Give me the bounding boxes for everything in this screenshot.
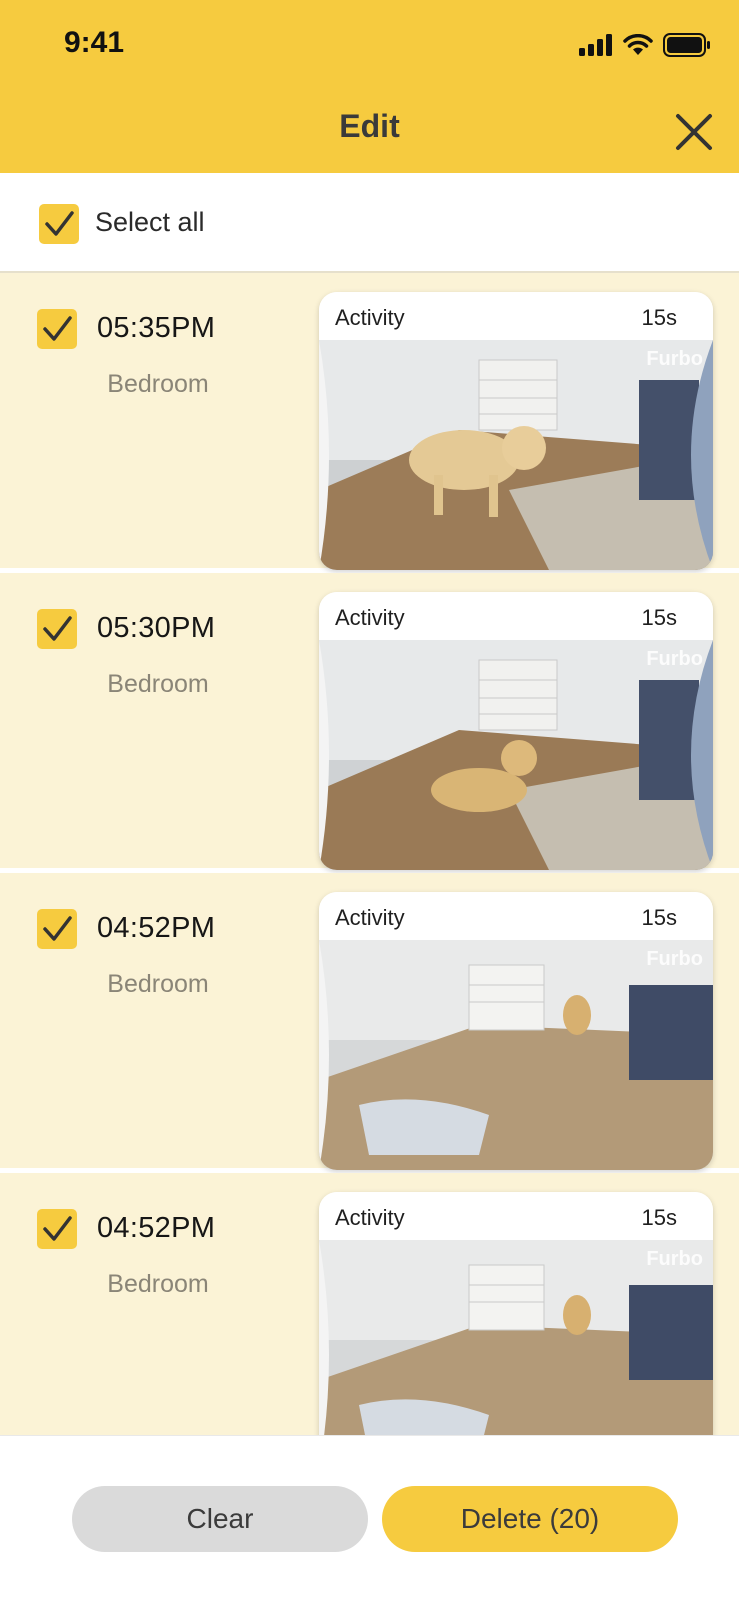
- card-duration: 15s: [641, 305, 677, 330]
- status-icons: [579, 32, 711, 58]
- list-item[interactable]: 04:52PM Bedroom Activity 15s Furbo: [0, 1173, 739, 1435]
- video-card[interactable]: Activity 15s Furbo: [319, 892, 713, 1170]
- item-time: 04:52PM: [97, 912, 216, 944]
- select-all-row[interactable]: Select all: [0, 173, 739, 273]
- card-header: Activity 15s: [319, 892, 713, 940]
- checkmark-icon: [43, 1216, 72, 1241]
- checkmark-icon: [43, 316, 72, 341]
- clear-button[interactable]: Clear: [72, 1486, 368, 1552]
- delete-button[interactable]: Delete (20): [382, 1486, 678, 1552]
- checkmark-icon: [45, 211, 74, 236]
- video-thumbnail[interactable]: [319, 640, 713, 870]
- brand-watermark: Furbo: [646, 948, 703, 970]
- status-time: 9:41: [64, 26, 125, 59]
- item-location: Bedroom: [107, 670, 209, 698]
- item-checkbox[interactable]: [37, 1209, 77, 1249]
- card-header: Activity 15s: [319, 592, 713, 640]
- card-label: Activity: [335, 1205, 405, 1230]
- list-item[interactable]: 05:35PM Bedroom Activity 15s Furbo: [0, 273, 739, 573]
- page-title: Edit: [339, 108, 400, 144]
- video-thumbnail[interactable]: [319, 940, 713, 1170]
- card-header: Activity 15s: [319, 292, 713, 340]
- brand-watermark: Furbo: [646, 348, 703, 370]
- battery-icon: [663, 33, 710, 57]
- signal-icon: [579, 34, 612, 56]
- video-thumbnail[interactable]: [319, 340, 713, 570]
- item-time: 05:30PM: [97, 612, 216, 644]
- list-item[interactable]: 05:30PM Bedroom Activity 15s Furbo: [0, 573, 739, 873]
- activity-list[interactable]: 05:35PM Bedroom Activity 15s Furbo 05:30…: [0, 273, 739, 1435]
- item-time: 04:52PM: [97, 1212, 216, 1244]
- item-time: 05:35PM: [97, 312, 216, 344]
- card-header: Activity 15s: [319, 1192, 713, 1240]
- item-location: Bedroom: [107, 370, 209, 398]
- list-item[interactable]: 04:52PM Bedroom Activity 15s Furbo: [0, 873, 739, 1173]
- card-duration: 15s: [641, 605, 677, 630]
- card-duration: 15s: [641, 905, 677, 930]
- item-checkbox[interactable]: [37, 309, 77, 349]
- close-icon[interactable]: [674, 112, 714, 152]
- item-location: Bedroom: [107, 1270, 209, 1298]
- checkmark-icon: [43, 616, 72, 641]
- video-card[interactable]: Activity 15s Furbo: [319, 1192, 713, 1435]
- item-checkbox[interactable]: [37, 609, 77, 649]
- card-label: Activity: [335, 605, 405, 630]
- checkmark-icon: [43, 916, 72, 941]
- brand-watermark: Furbo: [646, 1248, 703, 1270]
- app-header: 9:41 Edit: [0, 0, 739, 173]
- action-footer: Clear Delete (20): [0, 1435, 739, 1601]
- card-label: Activity: [335, 905, 405, 930]
- item-location: Bedroom: [107, 970, 209, 998]
- video-card[interactable]: Activity 15s Furbo: [319, 592, 713, 870]
- select-all-label: Select all: [95, 207, 205, 237]
- video-card[interactable]: Activity 15s Furbo: [319, 292, 713, 570]
- card-label: Activity: [335, 305, 405, 330]
- select-all-checkbox[interactable]: [39, 204, 79, 244]
- brand-watermark: Furbo: [646, 648, 703, 670]
- wifi-icon: [623, 34, 653, 55]
- item-checkbox[interactable]: [37, 909, 77, 949]
- card-duration: 15s: [641, 1205, 677, 1230]
